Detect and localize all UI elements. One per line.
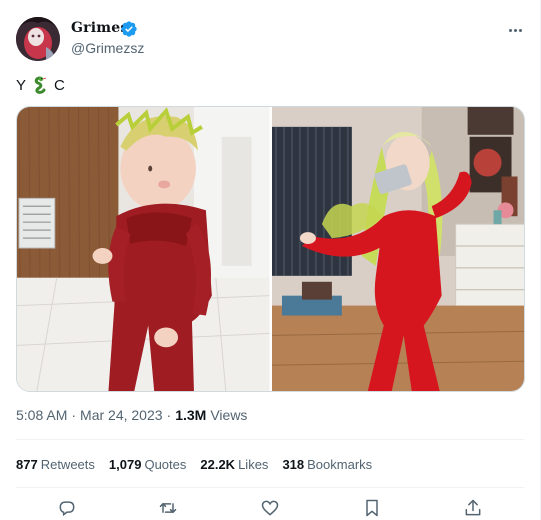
meta-separator: ·	[71, 407, 77, 423]
like-icon[interactable]	[258, 496, 282, 520]
retweet-icon[interactable]	[156, 496, 180, 520]
tweet-text: Y C	[16, 76, 65, 94]
green-serpent-emoji-icon	[31, 76, 49, 94]
divider	[16, 439, 524, 440]
views-label: Views	[210, 407, 248, 423]
tweet-meta: 5:08 AM · Mar 24, 2023 · 1.3M Views	[16, 407, 247, 423]
reply-icon[interactable]	[55, 496, 79, 520]
stat-retweets[interactable]: 877 Retweets	[16, 457, 95, 472]
tweet-date[interactable]: Mar 24, 2023	[80, 407, 163, 423]
tweet-card: Grimes @Grimezsz Y C 5:08 AM · Mar 24, 2…	[0, 0, 541, 520]
views-count: 1.3M	[175, 407, 207, 423]
media-grid	[16, 106, 525, 392]
engagement-stats: 877 Retweets 1,079 Quotes 22.2K Likes 318 Bo…	[16, 457, 372, 472]
author-handle[interactable]: @Grimezsz	[71, 40, 144, 56]
stat-bookmarks[interactable]: 318 Bookmarks	[282, 457, 372, 472]
meta-separator: ·	[166, 407, 172, 423]
avatar[interactable]	[16, 17, 60, 61]
stat-likes[interactable]: 22.2K Likes	[200, 457, 268, 472]
divider	[16, 487, 524, 488]
tweet-text-before: Y	[16, 76, 27, 94]
more-options-icon[interactable]	[504, 20, 526, 40]
tweet-text-after: C	[54, 76, 65, 94]
bookmark-icon[interactable]	[360, 496, 384, 520]
tweet-time[interactable]: 5:08 AM	[16, 407, 67, 423]
woman-in-red-jumpsuit-photo[interactable]	[271, 107, 524, 391]
share-icon[interactable]	[461, 496, 485, 520]
verified-badge-icon	[120, 20, 138, 38]
stat-quotes[interactable]: 1,079 Quotes	[109, 457, 186, 472]
toddler-in-red-outfit-photo[interactable]	[17, 107, 270, 391]
action-bar	[16, 496, 524, 520]
